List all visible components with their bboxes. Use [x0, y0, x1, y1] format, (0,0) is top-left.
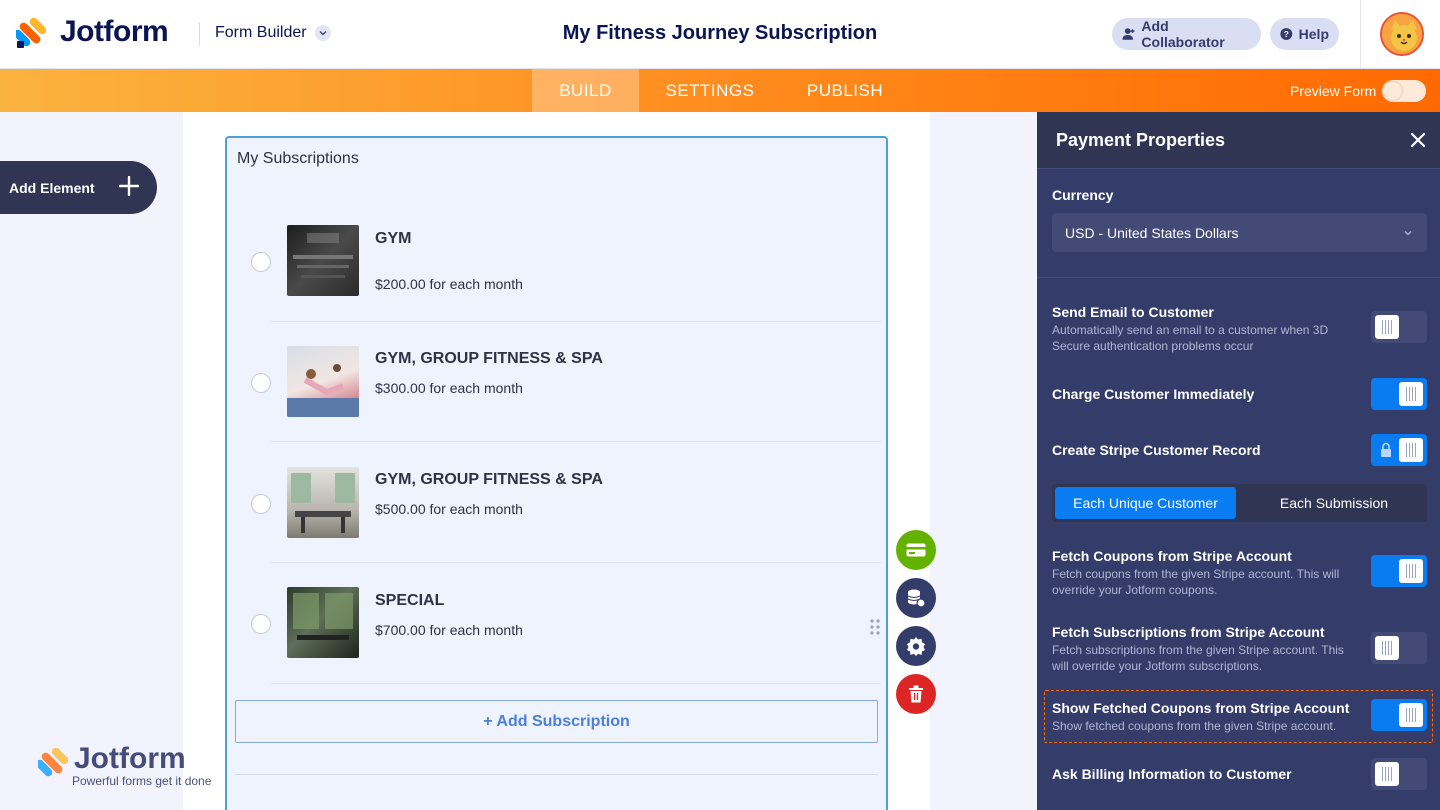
cat-avatar-icon	[1382, 14, 1422, 54]
send-email-toggle[interactable]	[1371, 311, 1427, 343]
add-collaborator-button[interactable]: Add Collaborator	[1112, 18, 1261, 50]
option-title: Fetch Coupons from Stripe Account	[1052, 548, 1292, 564]
subscriptions-widget[interactable]: My Subscriptions GYM $200.00 for each mo…	[225, 136, 888, 810]
gym-interior-photo	[287, 467, 359, 538]
currency-value: USD - United States Dollars	[1065, 224, 1239, 241]
subscription-radio[interactable]	[251, 494, 271, 514]
option-title: Create Stripe Customer Record	[1052, 442, 1261, 458]
avatar[interactable]	[1380, 12, 1424, 56]
toggle-knob	[1399, 382, 1423, 406]
form-title[interactable]: My Fitness Journey Subscription	[563, 22, 878, 44]
toggle-knob	[1399, 559, 1423, 583]
gym-photo	[287, 225, 359, 296]
jotform-watermark-icon	[38, 747, 68, 777]
list-item[interactable]	[271, 322, 881, 442]
toggle-knob	[1399, 438, 1423, 462]
jotform-logo-icon	[16, 17, 46, 48]
preview-form-toggle[interactable]	[1382, 80, 1426, 102]
highlight-box	[1044, 690, 1433, 743]
brand-name: Jotform	[60, 15, 169, 48]
customer-record-mode: Each Unique Customer Each Submission	[1052, 484, 1427, 522]
question-icon: ?	[1280, 28, 1293, 40]
add-element-button[interactable]: Add Element	[0, 161, 157, 214]
trash-icon	[909, 685, 923, 703]
svg-text:?: ?	[1284, 29, 1289, 39]
chevron-down-icon	[1404, 231, 1412, 236]
gear-icon	[907, 637, 925, 656]
fetch-coupons-toggle[interactable]	[1371, 555, 1427, 587]
subscription-price: $700.00 for each month	[375, 622, 523, 638]
option-description: Fetch subscriptions from the given Strip…	[1052, 643, 1344, 673]
plus-icon	[119, 176, 139, 196]
panel-title: Payment Properties	[1056, 130, 1226, 150]
tab-build[interactable]: BUILD	[532, 69, 639, 112]
top-header: Jotform Form Builder My Fitness Journey …	[0, 0, 1440, 69]
chevron-down-icon	[314, 25, 331, 41]
subscription-name: GYM, GROUP FITNESS & SPA	[375, 471, 603, 488]
subscription-name: SPECIAL	[375, 592, 445, 609]
mode-each-submission[interactable]: Each Submission	[1244, 487, 1424, 519]
list-item[interactable]	[271, 443, 881, 563]
list-item[interactable]	[271, 564, 881, 684]
database-icon	[907, 589, 926, 608]
option-title: Send Email to Customer	[1052, 304, 1214, 320]
subscription-price: $500.00 for each month	[375, 501, 523, 517]
form-builder-menu[interactable]: Form Builder	[215, 24, 331, 42]
panel-header: Payment Properties	[1037, 112, 1440, 169]
header-divider	[199, 22, 200, 46]
subscription-radio[interactable]	[251, 373, 271, 393]
option-title: Charge Customer Immediately	[1052, 386, 1255, 402]
charge-immediately-toggle[interactable]	[1371, 378, 1427, 410]
ask-billing-toggle[interactable]	[1371, 758, 1427, 790]
credit-card-icon	[906, 543, 926, 557]
delete-button[interactable]	[896, 674, 936, 714]
mode-each-unique-customer[interactable]: Each Unique Customer	[1055, 487, 1236, 519]
subscription-price: $300.00 for each month	[375, 380, 523, 396]
form-builder-label: Form Builder	[215, 24, 307, 41]
divider	[235, 774, 878, 775]
currency-select[interactable]: USD - United States Dollars	[1052, 213, 1427, 252]
help-label: Help	[1298, 26, 1329, 42]
lock-icon	[1381, 442, 1391, 457]
panel-divider	[1037, 277, 1440, 278]
widget-title: My Subscriptions	[237, 150, 359, 167]
builder-nav: BUILD SETTINGS PUBLISH Preview Form	[0, 69, 1440, 112]
option-description: Automatically send an email to a custome…	[1052, 323, 1329, 353]
data-source-button[interactable]	[896, 578, 936, 618]
drag-handle-icon[interactable]	[869, 618, 881, 636]
toggle-knob	[1375, 636, 1399, 660]
preview-form-label: Preview Form	[1290, 83, 1377, 99]
toggle-knob	[1375, 762, 1399, 786]
option-title: Ask Billing Information to Customer	[1052, 766, 1292, 782]
list-item[interactable]	[271, 202, 881, 322]
option-title: Fetch Subscriptions from Stripe Account	[1052, 624, 1325, 640]
subscription-radio[interactable]	[251, 614, 271, 634]
gym-window-photo	[287, 587, 359, 658]
create-customer-record-toggle[interactable]	[1371, 434, 1427, 466]
help-button[interactable]: ? Help	[1270, 18, 1339, 50]
subscription-name: GYM, GROUP FITNESS & SPA	[375, 350, 603, 367]
toggle-knob	[1375, 315, 1399, 339]
tab-settings[interactable]: SETTINGS	[650, 69, 770, 112]
settings-button[interactable]	[896, 626, 936, 666]
subscription-radio[interactable]	[251, 252, 271, 272]
jotform-logo[interactable]: Jotform	[16, 15, 169, 49]
add-element-label: Add Element	[9, 179, 95, 196]
header-divider-right	[1360, 0, 1361, 69]
subscription-name: GYM	[375, 230, 412, 247]
fetch-subscriptions-toggle[interactable]	[1371, 632, 1427, 664]
close-icon[interactable]	[1410, 132, 1426, 148]
tab-publish[interactable]: PUBLISH	[790, 69, 900, 112]
payment-properties-button[interactable]	[896, 530, 936, 570]
currency-label: Currency	[1052, 187, 1114, 203]
add-subscription-button[interactable]: + Add Subscription	[235, 700, 878, 743]
watermark-tagline: Powerful forms get it done	[72, 774, 212, 788]
add-collaborator-label: Add Collaborator	[1141, 18, 1225, 50]
yoga-photo	[287, 346, 359, 417]
add-user-icon	[1122, 28, 1135, 40]
subscription-price: $200.00 for each month	[375, 276, 523, 292]
watermark-brand: Jotform	[74, 742, 186, 775]
option-description: Fetch coupons from the given Stripe acco…	[1052, 567, 1340, 597]
